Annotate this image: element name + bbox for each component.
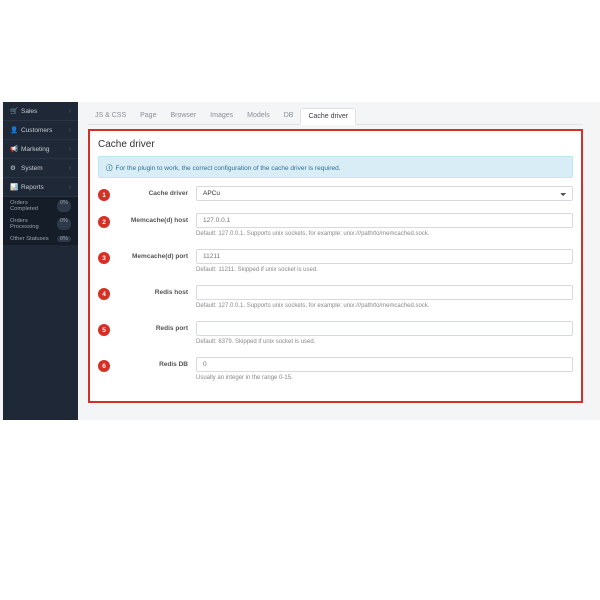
cache-driver-select[interactable]: APCu <box>196 186 573 201</box>
tab-models[interactable]: Models <box>240 108 277 124</box>
field-memcache-port: 3 Memcache(d) port Default: 11211. Skipp… <box>98 249 573 273</box>
field-hint: Default: 127.0.0.1. Supports unix socket… <box>196 303 573 309</box>
cart-icon: 🛒 <box>10 107 18 115</box>
field-memcache-host: 2 Memcache(d) host Default: 127.0.0.1. S… <box>98 213 573 237</box>
step-badge: 5 <box>98 324 110 336</box>
field-hint: Usually an integer in the range 0-15. <box>196 375 573 381</box>
panel-title: Cache driver <box>98 139 573 150</box>
sidebar-item-customers[interactable]: 👤Customers› <box>3 121 78 140</box>
field-label: Redis host <box>118 285 188 296</box>
submenu-row-other[interactable]: Other Statuses 0% <box>3 233 78 245</box>
field-redis-host: 4 Redis host Default: 127.0.0.1. Support… <box>98 285 573 309</box>
tab-cache-driver[interactable]: Cache driver <box>300 108 356 125</box>
field-hint: Default: 11211. Skipped if unix socket i… <box>196 267 573 273</box>
info-icon: ⓘ <box>106 165 113 172</box>
field-label: Memcache(d) host <box>118 213 188 224</box>
redis-port-input[interactable] <box>196 321 573 336</box>
step-badge: 6 <box>98 360 110 372</box>
gear-icon: ⚙ <box>10 164 18 172</box>
step-badge: 4 <box>98 288 110 300</box>
tabs: JS & CSS Page Browser Images Models DB C… <box>88 108 583 125</box>
sidebar-label: Customers <box>21 127 69 134</box>
sidebar-submenu: Orders Completed0% Orders Processing0% O… <box>3 197 78 245</box>
redis-db-input[interactable] <box>196 357 573 372</box>
tab-db[interactable]: DB <box>277 108 301 124</box>
submenu-count: 0% <box>57 236 71 242</box>
memcache-host-input[interactable] <box>196 213 573 228</box>
step-badge: 3 <box>98 252 110 264</box>
megaphone-icon: 📢 <box>10 145 18 153</box>
redis-host-input[interactable] <box>196 285 573 300</box>
field-label: Memcache(d) port <box>118 249 188 260</box>
submenu-count: 0% <box>57 200 71 212</box>
sidebar-label: Marketing <box>21 146 69 153</box>
chart-icon: 📊 <box>10 183 18 191</box>
main-content: JS & CSS Page Browser Images Models DB C… <box>78 102 593 420</box>
field-label: Cache driver <box>118 186 188 197</box>
padding-top <box>0 0 600 102</box>
chevron-right-icon: › <box>69 127 71 134</box>
field-label: Redis DB <box>118 357 188 368</box>
tab-images[interactable]: Images <box>203 108 240 124</box>
sidebar-label: Reports <box>21 184 69 191</box>
app-root: 🛒Sales› 👤Customers› 📢Marketing› ⚙System›… <box>0 0 600 600</box>
submenu-label: Other Statuses <box>10 236 49 242</box>
sidebar: 🛒Sales› 👤Customers› 📢Marketing› ⚙System›… <box>3 102 78 420</box>
sidebar-item-reports[interactable]: 📊Reports› <box>3 178 78 197</box>
user-icon: 👤 <box>10 126 18 134</box>
field-cache-driver: 1 Cache driver APCu <box>98 186 573 201</box>
app-shell: 🛒Sales› 👤Customers› 📢Marketing› ⚙System›… <box>3 102 593 420</box>
cache-driver-panel: Cache driver ⓘFor the plugin to work, th… <box>88 129 583 403</box>
sidebar-item-system[interactable]: ⚙System› <box>3 159 78 178</box>
tab-js-css[interactable]: JS & CSS <box>88 108 133 124</box>
submenu-row-processing[interactable]: Orders Processing0% <box>3 215 78 233</box>
submenu-row-completed[interactable]: Orders Completed0% <box>3 197 78 215</box>
submenu-label: Orders Processing <box>10 218 57 230</box>
sidebar-label: Sales <box>21 108 69 115</box>
info-alert: ⓘFor the plugin to work, the correct con… <box>98 156 573 178</box>
step-badge: 2 <box>98 216 110 228</box>
chevron-right-icon: › <box>69 165 71 172</box>
memcache-port-input[interactable] <box>196 249 573 264</box>
sidebar-item-marketing[interactable]: 📢Marketing› <box>3 140 78 159</box>
step-badge: 1 <box>98 189 110 201</box>
chevron-right-icon: › <box>69 108 71 115</box>
submenu-count: 0% <box>57 218 71 230</box>
tab-page[interactable]: Page <box>133 108 163 124</box>
field-hint: Default: 6379. Skipped if unix socket is… <box>196 339 573 345</box>
tab-browser[interactable]: Browser <box>163 108 203 124</box>
chevron-right-icon: › <box>69 146 71 153</box>
field-label: Redis port <box>118 321 188 332</box>
alert-text: For the plugin to work, the correct conf… <box>116 165 341 172</box>
field-redis-port: 5 Redis port Default: 6379. Skipped if u… <box>98 321 573 345</box>
chevron-right-icon: › <box>69 184 71 191</box>
padding-bottom <box>0 420 600 600</box>
field-hint: Default: 127.0.0.1. Supports unix socket… <box>196 231 573 237</box>
sidebar-item-sales[interactable]: 🛒Sales› <box>3 102 78 121</box>
sidebar-label: System <box>21 165 69 172</box>
submenu-label: Orders Completed <box>10 200 57 212</box>
sidebar-list: 🛒Sales› 👤Customers› 📢Marketing› ⚙System›… <box>3 102 78 197</box>
field-redis-db: 6 Redis DB Usually an integer in the ran… <box>98 357 573 381</box>
